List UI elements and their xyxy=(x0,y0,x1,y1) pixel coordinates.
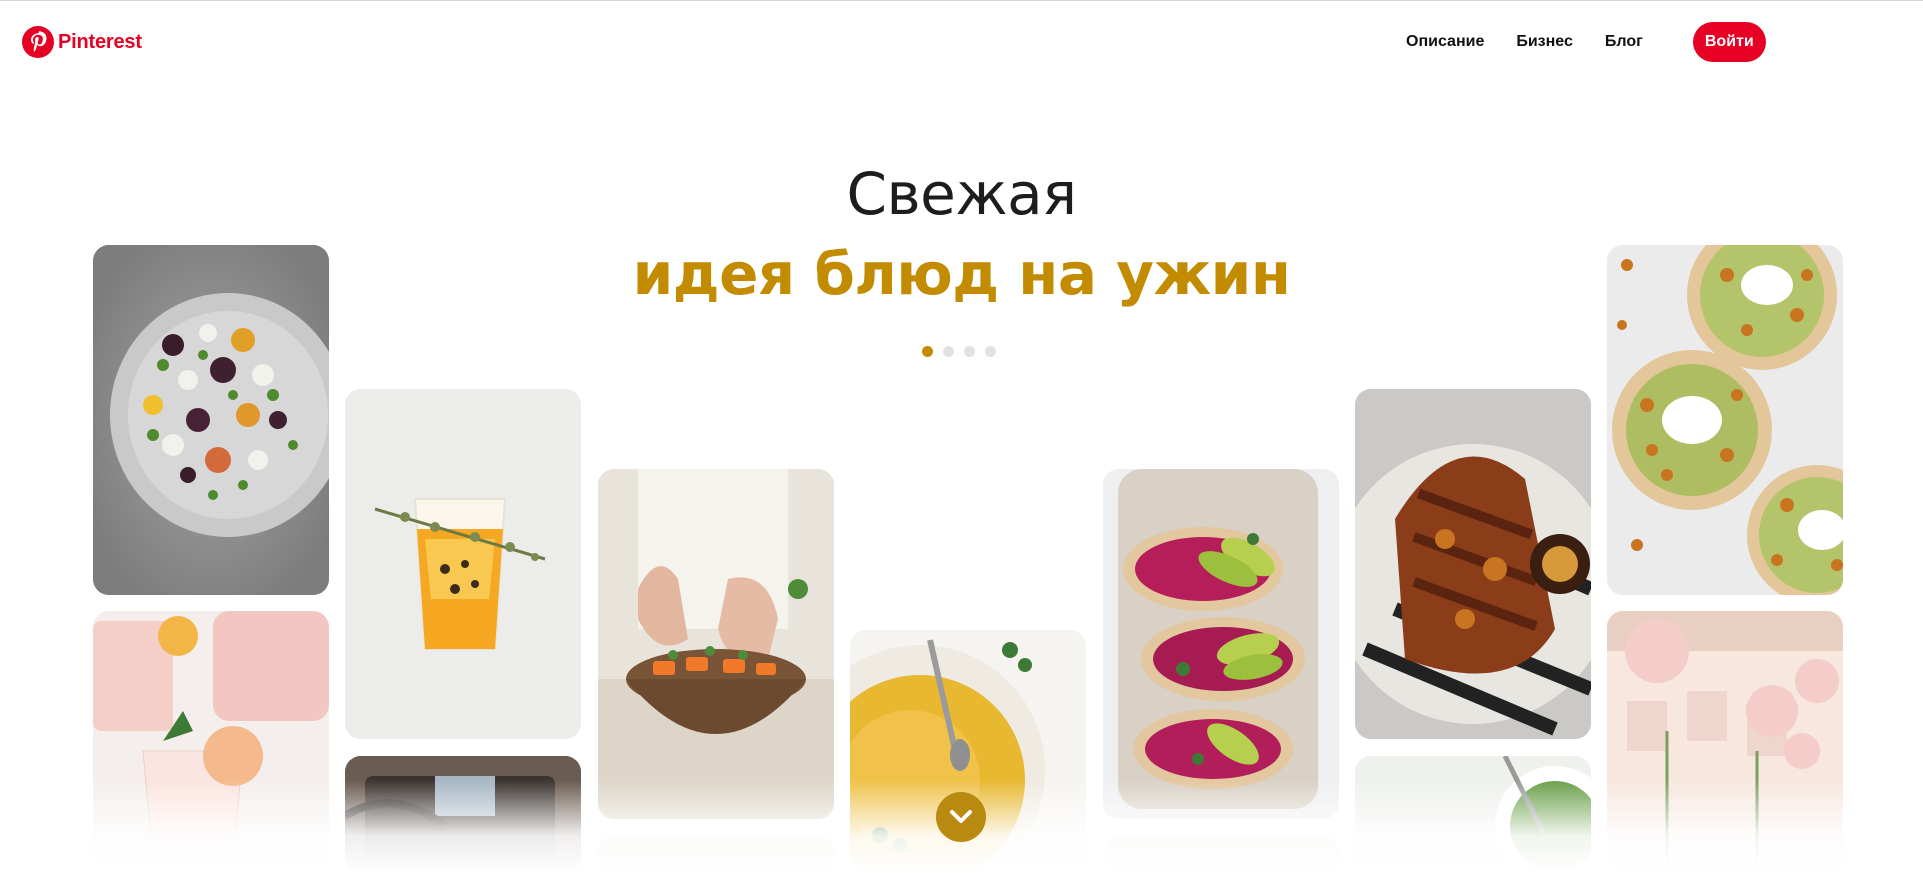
carousel-dot-2[interactable] xyxy=(943,346,954,357)
greens-bowl-image-bottom[interactable] xyxy=(598,836,834,873)
greens-bowl-image[interactable] xyxy=(1355,756,1591,873)
scroll-down-button[interactable] xyxy=(936,792,986,842)
carousel-dot-1[interactable] xyxy=(922,346,933,357)
grilled-chicken-image[interactable] xyxy=(1355,389,1591,739)
bread-image-bottom[interactable] xyxy=(1103,836,1339,873)
hero-title: Свежая xyxy=(846,160,1077,228)
nav-link-blog[interactable]: Блог xyxy=(1605,33,1643,51)
nav-link-about[interactable]: Описание xyxy=(1406,33,1484,51)
salad-plate-image[interactable] xyxy=(93,245,329,595)
hands-salad-bowl-image[interactable] xyxy=(598,469,834,819)
pink-lemonade-image[interactable] xyxy=(93,611,329,873)
top-nav: Описание Бизнес Блог Войти xyxy=(1406,22,1766,62)
chevron-down-icon xyxy=(950,810,972,823)
beet-avocado-toast-image[interactable] xyxy=(1103,469,1339,819)
carousel-dots xyxy=(922,346,996,357)
pinterest-logo[interactable]: Pinterest xyxy=(22,24,142,60)
carousel-dot-3[interactable] xyxy=(964,346,975,357)
party-balloons-image[interactable] xyxy=(1607,611,1843,873)
top-border xyxy=(0,0,1923,1)
nav-link-business[interactable]: Бизнес xyxy=(1516,33,1573,51)
brand-name: Pinterest xyxy=(58,30,142,53)
pinterest-logo-icon xyxy=(22,26,54,58)
carousel-dot-4[interactable] xyxy=(985,346,996,357)
chickpea-flatbread-image[interactable] xyxy=(1607,245,1843,595)
kitchen-pan-image[interactable] xyxy=(345,756,581,873)
orange-drink-image[interactable] xyxy=(345,389,581,739)
login-button[interactable]: Войти xyxy=(1692,22,1766,62)
